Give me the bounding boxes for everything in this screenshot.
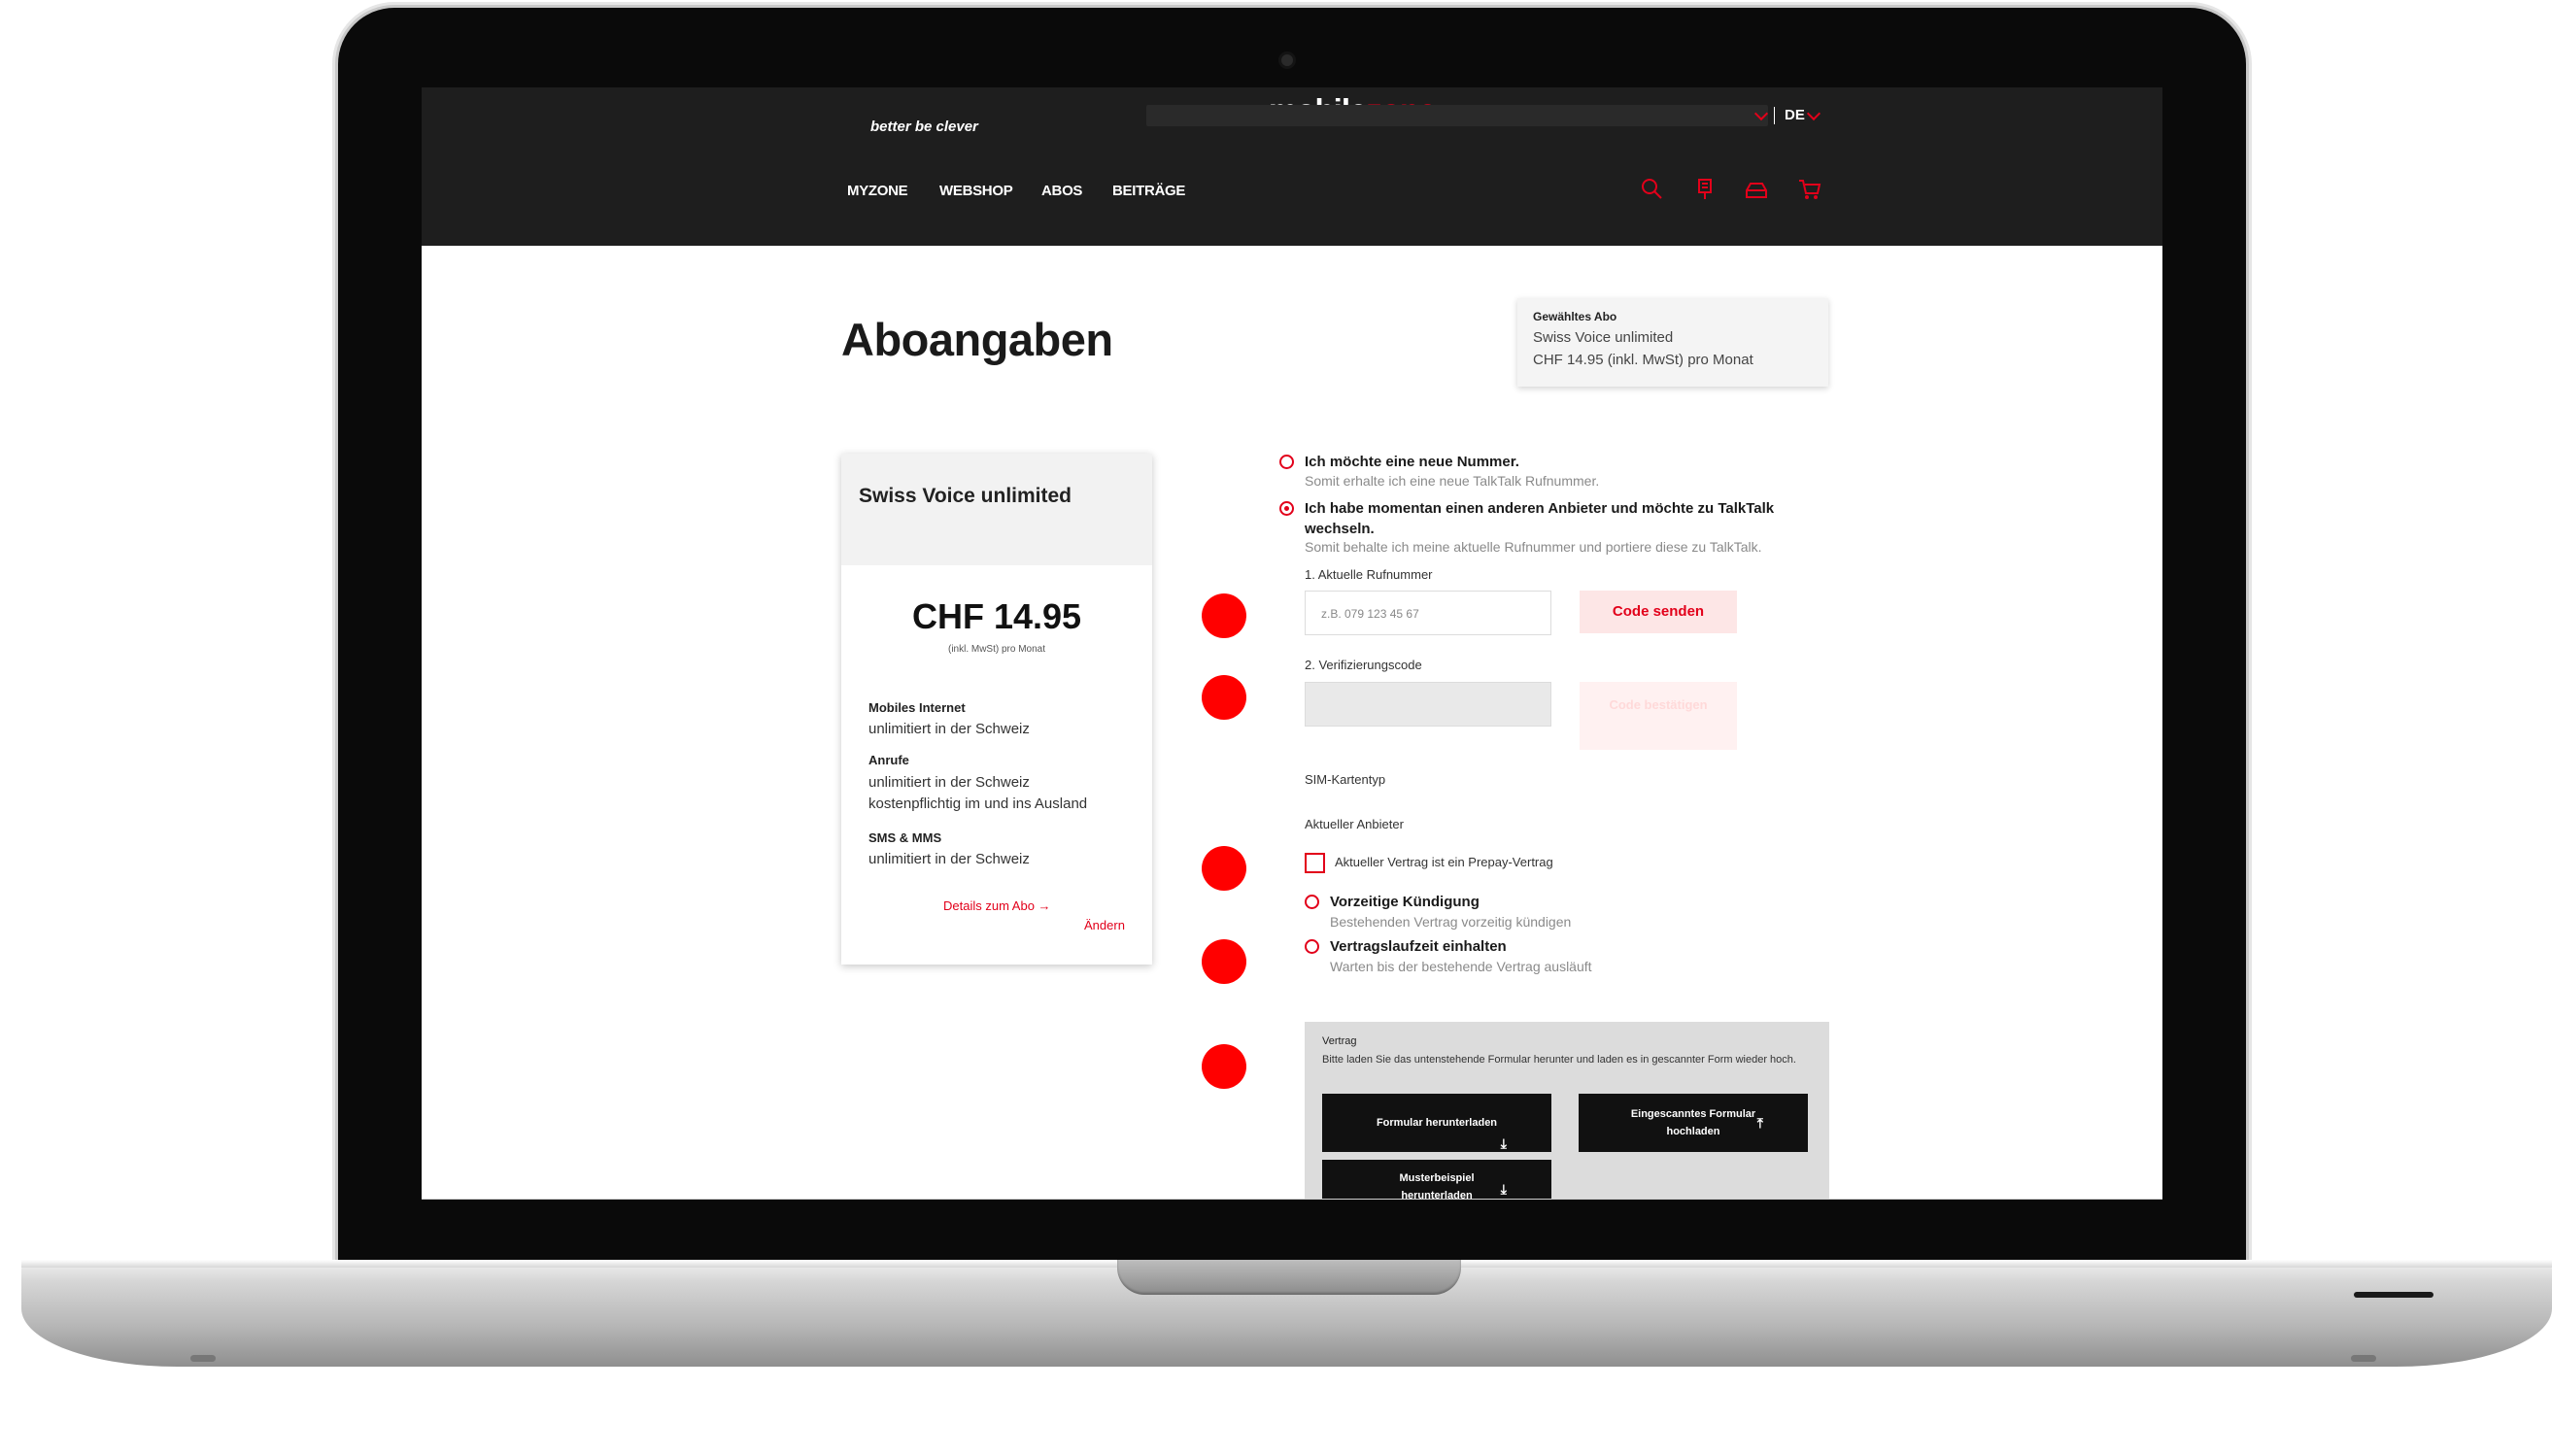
feature-value: unlimitiert in der Schweiz xyxy=(868,774,1030,791)
radio-port-number[interactable] xyxy=(1279,501,1294,516)
nav-beitraege[interactable]: BEITRÄGE xyxy=(1112,183,1185,199)
contract-panel: Vertrag Bitte laden Sie das untenstehend… xyxy=(1305,1022,1829,1200)
plan-price: CHF 14.95 xyxy=(911,596,1082,636)
language-divider xyxy=(1774,107,1775,124)
feature-label: Mobiles Internet xyxy=(868,700,966,715)
prepay-checkbox-label: Aktueller Vertrag ist ein Prepay-Vertrag xyxy=(1335,855,1553,869)
download-form-button[interactable]: Formular herunterladen ⤓ xyxy=(1322,1094,1551,1152)
current-number-label: 1. Aktuelle Rufnummer xyxy=(1305,567,1433,582)
verification-code-input[interactable] xyxy=(1305,682,1551,727)
annotation-dot xyxy=(1202,939,1246,984)
selected-plan-price: CHF 14.95 (inkl. MwSt) pro Monat xyxy=(1533,352,1753,368)
plan-card-header xyxy=(841,454,1152,565)
annotation-dot xyxy=(1202,675,1246,720)
radio-keep-term-label: Vertragslaufzeit einhalten xyxy=(1330,938,1507,955)
account-icon[interactable] xyxy=(1744,177,1769,202)
sim-type-label: SIM-Kartentyp xyxy=(1305,772,1386,787)
download-form-label: Formular herunterladen xyxy=(1376,1117,1498,1129)
radio-early-termination-sub: Bestehenden Vertrag vorzeitig kündigen xyxy=(1330,914,1572,930)
contract-title: Vertrag xyxy=(1322,1035,1357,1047)
prepay-checkbox[interactable] xyxy=(1305,853,1325,873)
laptop-slot xyxy=(2354,1292,2433,1298)
browser-screen: mobilezone better be clever DE MYZONE WE… xyxy=(422,87,2162,1200)
plan-card-title: Swiss Voice unlimited xyxy=(859,485,1072,507)
search-icon[interactable] xyxy=(1639,177,1664,202)
nav-webshop[interactable]: WEBSHOP xyxy=(939,183,1013,199)
laptop-foot xyxy=(190,1355,216,1362)
selected-plan-label: Gewähltes Abo xyxy=(1533,310,1617,323)
feature-value: unlimitiert in der Schweiz xyxy=(868,851,1030,867)
radio-early-termination[interactable] xyxy=(1305,895,1319,909)
selected-plan-name: Swiss Voice unlimited xyxy=(1533,329,1674,346)
annotation-dot xyxy=(1202,846,1246,891)
feature-label: SMS & MMS xyxy=(868,830,942,845)
page-title: Aboangaben xyxy=(841,314,1113,365)
camera-icon xyxy=(1281,54,1293,66)
contract-text: Bitte laden Sie das untenstehende Formul… xyxy=(1322,1054,1796,1066)
feature-label: Anrufe xyxy=(868,753,909,767)
screen-bottom-edge xyxy=(422,1199,2162,1200)
radio-keep-term[interactable] xyxy=(1305,939,1319,954)
radio-early-termination-label: Vorzeitige Kündigung xyxy=(1330,894,1480,910)
logo-tagline: better be clever xyxy=(870,119,978,135)
upload-form-button[interactable]: Eingescanntes Formular hochladen ⤒ xyxy=(1579,1094,1808,1152)
feature-value: kostenpflichtig im und ins Ausland xyxy=(868,796,1088,812)
download-sample-label: Musterbeispiel herunterladen xyxy=(1399,1172,1475,1200)
verification-code-label: 2. Verifizierungscode xyxy=(1305,658,1422,672)
confirm-code-button[interactable]: Code bestätigen xyxy=(1580,682,1737,750)
upload-form-label: Eingescanntes Formular hochladen xyxy=(1630,1108,1756,1137)
laptop-foot xyxy=(2351,1355,2376,1362)
plan-edit-link[interactable]: Ändern xyxy=(1084,918,1125,932)
download-sample-button[interactable]: Musterbeispiel herunterladen ⤓ xyxy=(1322,1160,1551,1200)
cart-icon[interactable] xyxy=(1797,177,1822,202)
nav-myzone[interactable]: MYZONE xyxy=(847,183,908,199)
annotation-dot xyxy=(1202,593,1246,638)
radio-keep-term-sub: Warten bis der bestehende Vertrag ausläu… xyxy=(1330,959,1592,974)
radio-port-number-label: Ich habe momentan einen anderen Anbieter… xyxy=(1305,500,1775,517)
selected-plan-summary: Gewähltes Abo Swiss Voice unlimited CHF … xyxy=(1517,298,1828,387)
plan-price-note: (inkl. MwSt) pro Monat xyxy=(947,644,1046,655)
radio-port-number-label: wechseln. xyxy=(1305,521,1375,537)
download-icon: ⤓ xyxy=(1500,1181,1507,1197)
radio-new-number-label: Ich möchte eine neue Nummer. xyxy=(1305,454,1519,470)
plan-details-link[interactable]: Details zum Abo → xyxy=(943,898,1051,913)
language-selector[interactable]: DE xyxy=(1785,107,1805,123)
current-provider-label: Aktueller Anbieter xyxy=(1305,817,1404,831)
radio-port-number-sub: Somit behalte ich meine aktuelle Rufnumm… xyxy=(1305,539,1762,555)
laptop-hinge-notch xyxy=(1117,1260,1461,1295)
nav-abos[interactable]: ABOS xyxy=(1041,183,1082,199)
store-location-icon[interactable] xyxy=(1692,177,1718,202)
radio-new-number-sub: Somit erhalte ich eine neue TalkTalk Ruf… xyxy=(1305,473,1600,489)
radio-new-number[interactable] xyxy=(1279,455,1294,469)
upload-icon: ⤒ xyxy=(1756,1115,1763,1131)
current-number-input[interactable]: z.B. 079 123 45 67 xyxy=(1305,591,1551,635)
send-code-button[interactable]: Code senden xyxy=(1580,591,1737,633)
annotation-dot xyxy=(1202,1044,1246,1089)
feature-value: unlimitiert in der Schweiz xyxy=(868,721,1030,737)
plan-card: Swiss Voice unlimited CHF 14.95 (inkl. M… xyxy=(841,454,1152,965)
search-bar[interactable] xyxy=(1146,105,1768,126)
